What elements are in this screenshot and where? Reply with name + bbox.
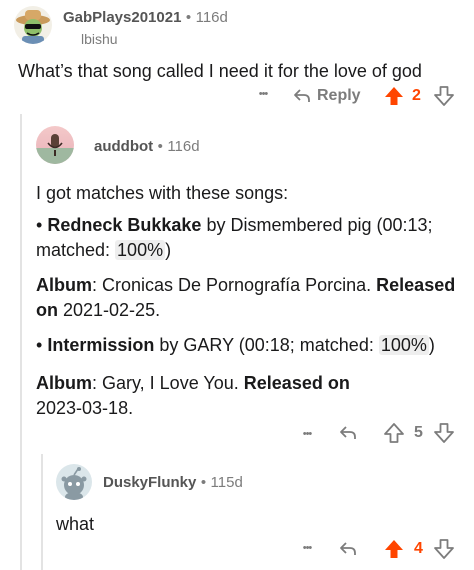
album-label: Album [36,373,92,393]
avatar-duskyflunky[interactable] [56,464,92,500]
score: 2 [412,87,421,104]
username[interactable]: GabPlays201021 [63,9,181,26]
match-item: • Intermission by GARY (00:18; matched: … [36,333,468,358]
comment-body: What’s that song called I need it for th… [18,61,422,81]
released-label: Released on [243,373,350,393]
comment-meta: DuskyFlunky • 115d [103,474,243,492]
avatar-gabplays[interactable] [14,6,52,44]
album-line: Album: Gary, I Love You. Released on 202… [36,371,376,421]
reply-label: Reply [317,87,361,104]
separator-dot: • [185,9,192,26]
downvote-icon[interactable] [433,538,455,560]
album-value: : Gary, I Love You. [92,373,239,393]
album-value: : Cronicas De Pornografía Porcina. [92,275,372,295]
song-title: Intermission [47,335,155,355]
upvote-icon[interactable] [383,538,405,560]
more-icon[interactable]: ••• [296,538,318,558]
username[interactable]: DuskyFlunky [103,474,196,491]
matched-label: matched: [36,240,116,260]
released-value: 2021-02-25. [58,300,161,320]
song-artist: by Dismembered pig (00:13; [206,215,433,235]
thread-line[interactable] [41,454,43,570]
song-artist: by GARY (00:18; matched: [159,335,379,355]
comment-age: 116d [195,9,228,26]
reply-arrow-icon[interactable] [338,540,358,558]
username[interactable]: auddbot [94,138,153,155]
thread-line[interactable] [20,114,22,570]
close-paren: ) [428,335,435,355]
user-flair: lbishu [81,31,118,47]
matched-value: 100% [378,335,429,355]
upvote-icon[interactable] [383,422,405,444]
separator-dot: • [200,474,207,491]
released-value: 2023-03-18. [36,398,134,418]
score: 4 [414,540,423,557]
close-paren: ) [165,240,172,260]
comment-meta: auddbot • 116d [94,138,200,156]
downvote-icon[interactable] [433,85,455,107]
avatar-auddbot[interactable] [36,126,74,164]
matched-value: 100% [115,240,166,260]
reply-button[interactable]: Reply [292,86,361,106]
downvote-icon[interactable] [433,422,455,444]
bullet: • [36,215,43,235]
reply-arrow-icon[interactable] [338,424,358,442]
cowboy-avatar-icon [16,10,50,44]
separator-dot: • [157,138,163,155]
comment-intro: I got matches with these songs: [36,183,289,203]
microphone-avatar-icon [36,134,74,164]
upvote-icon[interactable] [383,85,405,107]
comment-age: 116d [167,138,200,155]
album-label: Album [36,275,92,295]
album-line: Album: Cronicas De Pornografía Porcina. … [36,273,468,323]
comment-age: 115d [210,474,243,491]
match-item: • Redneck Bukkake by Dismembered pig (00… [36,213,468,263]
reply-arrow-icon [294,89,310,102]
bullet: • [36,335,43,355]
comment-meta: GabPlays201021 • 116d [63,9,228,27]
comment-body: what [56,514,95,534]
more-icon[interactable]: ••• [252,84,274,104]
more-icon[interactable]: ••• [296,424,318,444]
song-title: Redneck Bukkake [47,215,202,235]
snoo-avatar-icon [61,467,87,500]
score: 5 [414,424,423,441]
